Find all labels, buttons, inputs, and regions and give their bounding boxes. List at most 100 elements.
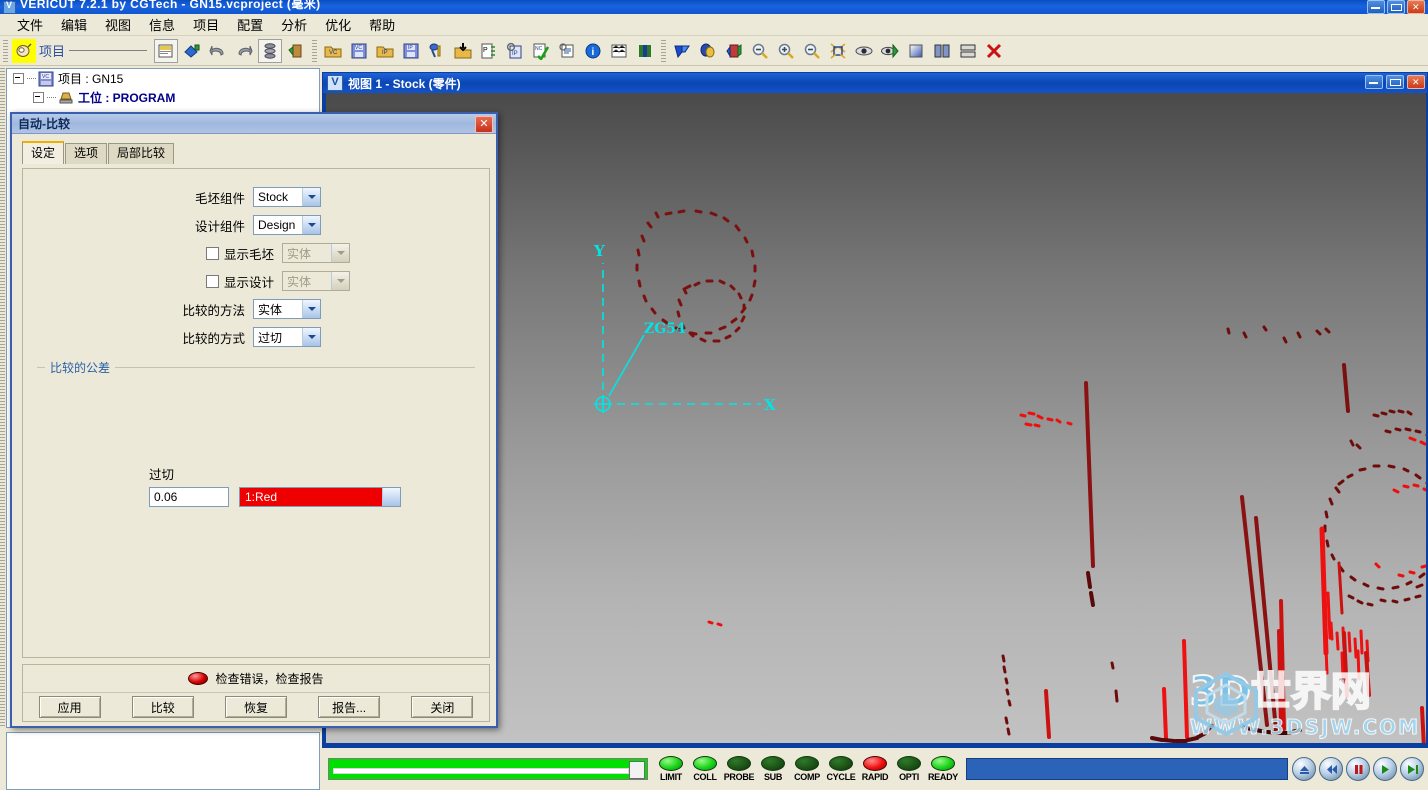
design-component-value: Design xyxy=(258,218,296,232)
compare-mode-select[interactable]: 过切 xyxy=(253,327,321,347)
zoom-reset-icon[interactable] xyxy=(800,39,824,63)
compare-icon[interactable] xyxy=(670,39,694,63)
compare-button[interactable]: 比较 xyxy=(131,696,194,718)
open-ip-icon[interactable]: IP xyxy=(373,39,397,63)
import-icon[interactable] xyxy=(451,39,475,63)
model-icon[interactable] xyxy=(284,39,308,63)
dialog-status-text: 检查错误，检查报告 xyxy=(215,672,324,686)
chevron-down-icon[interactable] xyxy=(302,328,320,346)
toolbar-grip-1[interactable] xyxy=(3,39,8,62)
tab-settings[interactable]: 设定 xyxy=(22,141,65,164)
restore-button[interactable]: 恢复 xyxy=(224,696,287,718)
show-stock-select[interactable]: 实体 xyxy=(282,243,351,263)
status-message-area xyxy=(966,758,1288,780)
view-icon[interactable] xyxy=(852,39,876,63)
left-panel-grip[interactable] xyxy=(0,68,5,728)
report-button[interactable]: 报告... xyxy=(318,696,381,718)
led-label: SUB xyxy=(763,772,783,782)
apply-button[interactable]: 应用 xyxy=(38,696,101,718)
view-close-button[interactable]: ✕ xyxy=(1407,75,1425,89)
eject-icon[interactable] xyxy=(1292,757,1316,781)
error-led-icon xyxy=(188,672,209,685)
stock-component-select[interactable]: Stock xyxy=(253,187,321,207)
show-stock-checkbox[interactable] xyxy=(206,246,219,260)
menu-item-info[interactable]: 信息 xyxy=(140,13,184,36)
show-design-checkbox[interactable] xyxy=(206,274,219,288)
chevron-down-icon[interactable] xyxy=(302,216,320,234)
split-vertical-icon[interactable] xyxy=(930,39,954,63)
split-horizontal-icon[interactable] xyxy=(956,39,980,63)
toolbar-grip-2[interactable] xyxy=(312,39,318,62)
menu-item-config[interactable]: 配置 xyxy=(228,13,272,36)
info-icon[interactable]: i xyxy=(581,39,605,63)
inspect-ip-icon[interactable]: IP xyxy=(503,39,527,63)
chevron-down-icon[interactable] xyxy=(331,244,350,262)
play-icon[interactable] xyxy=(1400,757,1424,781)
log-icon[interactable] xyxy=(555,39,579,63)
xcaliber-icon[interactable] xyxy=(696,39,720,63)
minimize-button[interactable] xyxy=(1367,0,1385,14)
pause-icon[interactable] xyxy=(1346,757,1370,781)
tab-options[interactable]: 选项 xyxy=(65,143,108,164)
section-icon[interactable] xyxy=(633,39,657,63)
save-ip-icon[interactable]: IP xyxy=(399,39,423,63)
collapse-icon[interactable] xyxy=(13,73,24,84)
play-single-icon[interactable] xyxy=(1373,757,1397,781)
chevron-down-icon[interactable] xyxy=(302,300,320,318)
nc-check-icon[interactable]: NC xyxy=(529,39,553,63)
design-component-select[interactable]: Design xyxy=(253,215,321,235)
menu-item-project[interactable]: 项目 xyxy=(184,13,228,36)
menu-item-file[interactable]: 文件 xyxy=(8,13,52,36)
progress-thumb[interactable] xyxy=(629,761,645,779)
menu-item-analysis[interactable]: 分析 xyxy=(272,13,316,36)
menu-item-view[interactable]: 视图 xyxy=(96,13,140,36)
model-export-icon[interactable] xyxy=(722,39,746,63)
chevron-down-icon[interactable] xyxy=(382,488,400,506)
zoom-in-icon[interactable] xyxy=(774,39,798,63)
tree-node-setup[interactable]: 工位 : PROGRAM xyxy=(7,88,319,107)
shade-icon[interactable] xyxy=(904,39,928,63)
app-titlebar: VERICUT 7.2.1 by CGTech - GN15.vcproject… xyxy=(0,0,1428,14)
tolerance-value-input[interactable]: 0.06 xyxy=(149,487,229,507)
axis-label-x: X xyxy=(764,396,776,414)
compare-method-select[interactable]: 实体 xyxy=(253,299,321,319)
autodiff-icon[interactable] xyxy=(607,39,631,63)
close-button[interactable]: ✕ xyxy=(1407,0,1425,14)
menu-item-help[interactable]: 帮助 xyxy=(360,13,404,36)
view-play-icon[interactable] xyxy=(878,39,902,63)
program-tree-icon[interactable]: P xyxy=(477,39,501,63)
menu-item-edit[interactable]: 编辑 xyxy=(52,13,96,36)
chevron-down-icon[interactable] xyxy=(302,188,320,206)
chevron-down-icon[interactable] xyxy=(331,272,350,290)
tree-node-project[interactable]: VC 项目 : GN15 xyxy=(7,69,319,88)
field-show-design: 显示设计 实体 xyxy=(173,267,489,295)
tool-icon[interactable] xyxy=(425,39,449,63)
zoom-out-icon[interactable] xyxy=(748,39,772,63)
fit-icon[interactable] xyxy=(826,39,850,63)
close-dialog-button[interactable]: 关闭 xyxy=(411,696,474,718)
dialog-close-icon[interactable]: ✕ xyxy=(475,116,493,133)
stack-icon[interactable] xyxy=(258,38,283,63)
open-vc-icon[interactable]: VC xyxy=(321,39,345,63)
tab-local-compare[interactable]: 局部比较 xyxy=(108,143,175,164)
rewind-icon[interactable] xyxy=(1319,757,1343,781)
view-minimize-button[interactable] xyxy=(1365,75,1383,89)
project-open-icon[interactable] xyxy=(154,38,179,63)
collapse-icon[interactable] xyxy=(33,92,44,103)
tolerance-color-select[interactable]: 1:Red xyxy=(239,487,401,507)
field-show-stock: 显示毛坯 实体 xyxy=(173,239,489,267)
mouse-pointer-icon[interactable] xyxy=(12,38,36,63)
view-maximize-button[interactable] xyxy=(1386,75,1404,89)
toolbar-grip-3[interactable] xyxy=(661,39,667,62)
menu-item-optimize[interactable]: 优化 xyxy=(316,13,360,36)
redo-icon[interactable] xyxy=(232,39,256,63)
progress-bar[interactable] xyxy=(328,758,648,780)
paint-icon[interactable] xyxy=(180,39,204,63)
delete-icon[interactable] xyxy=(982,39,1006,63)
undo-icon[interactable] xyxy=(206,39,230,63)
save-vc-icon[interactable]: VC xyxy=(347,39,371,63)
maximize-button[interactable] xyxy=(1387,0,1405,14)
show-design-select[interactable]: 实体 xyxy=(282,271,351,291)
setup-icon xyxy=(58,90,74,106)
tree-node-project-label: 项目 : GN15 xyxy=(58,72,124,86)
